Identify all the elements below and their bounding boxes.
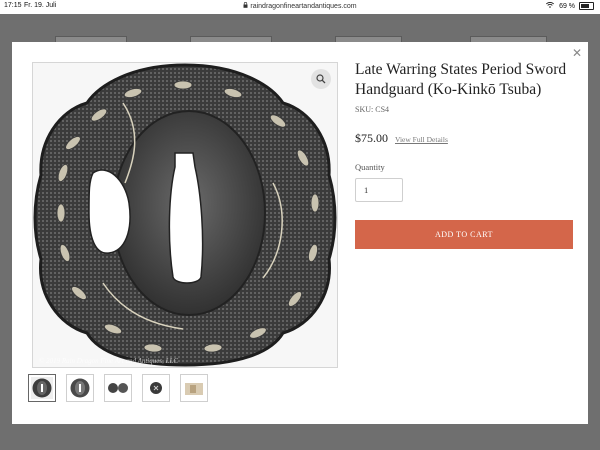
- main-product-image[interactable]: © 2019 Rain Dragon Fine Art and Antiques…: [32, 62, 338, 368]
- tsuba-image: © 2019 Rain Dragon Fine Art and Antiques…: [33, 63, 337, 367]
- thumbnail-tsuba-front[interactable]: [28, 374, 56, 402]
- thumbnail-tsuba-pair[interactable]: [104, 374, 132, 402]
- lock-icon: [243, 2, 248, 10]
- thumbnail-tsuba-detail[interactable]: [142, 374, 170, 402]
- quick-view-modal: ✕ © 2019 Rain Dragon Fine Art and Antiqu…: [12, 42, 588, 424]
- wifi-icon: [546, 1, 555, 10]
- product-sku: SKU: CS4: [355, 105, 390, 114]
- product-title: Late Warring States Period Sword Handgua…: [355, 61, 567, 98]
- thumbnail-tsuba-box[interactable]: [180, 374, 208, 402]
- address-bar[interactable]: raindragonfineartandantiques.com: [0, 2, 600, 10]
- product-price: $75.00: [355, 131, 388, 145]
- zoom-button[interactable]: [311, 69, 331, 89]
- quantity-label: Quantity: [355, 162, 385, 172]
- add-to-cart-button[interactable]: ADD TO CART: [355, 220, 573, 249]
- status-right: 69 %: [546, 1, 594, 11]
- price-row: $75.00 View Full Details: [355, 129, 575, 147]
- close-button[interactable]: ✕: [572, 46, 582, 60]
- battery-percent: 69 %: [559, 3, 576, 10]
- product-details: Late Warring States Period Sword Handgua…: [355, 60, 575, 202]
- thumbnail-strip: [28, 374, 208, 402]
- close-icon: ✕: [571, 46, 582, 60]
- battery-icon: [579, 2, 594, 11]
- address-url: raindragonfineartandantiques.com: [250, 3, 357, 10]
- thumbnail-tsuba-back[interactable]: [66, 374, 94, 402]
- view-full-details-link[interactable]: View Full Details: [395, 135, 448, 144]
- image-watermark: © 2019 Rain Dragon Fine Art and Antiques…: [39, 357, 178, 365]
- magnifier-icon: [316, 74, 326, 84]
- quantity-input[interactable]: [355, 178, 403, 202]
- status-bar: 17:15 Fr. 19. Juli raindragonfineartanda…: [0, 0, 600, 14]
